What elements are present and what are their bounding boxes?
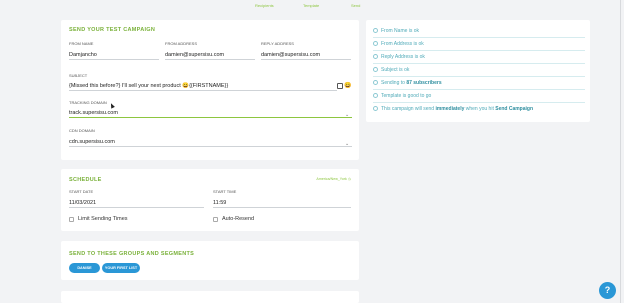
cdn-domain-label: CDN DOMAIN [69, 128, 95, 133]
subject-field[interactable]: {Missed this before?} I'll sell your nex… [69, 82, 337, 91]
check-sending-to: Sending to 87 subscribers [373, 77, 585, 90]
from-address-label: FROM ADDRESS [165, 41, 198, 46]
subject-label: SUBJECT [69, 73, 88, 78]
from-name-label: FROM NAME [69, 41, 94, 46]
start-time-label: START TIME [213, 189, 237, 194]
from-name-field[interactable]: Damjancho [69, 51, 159, 60]
check-send-timing: This campaign will send immediately when… [373, 103, 585, 115]
schedule-card: SCHEDULE America/New_York ◷ START DATE 1… [61, 169, 359, 231]
check-template: Template is good to go [373, 90, 585, 103]
reply-address-label: REPLY ADDRESS [261, 41, 294, 46]
clock-icon: ◷ [347, 177, 351, 181]
next-card [61, 291, 359, 303]
page-edge-divider [620, 0, 621, 303]
check-circle-icon [373, 40, 378, 46]
check-circle-icon [373, 27, 378, 33]
check-circle-icon [373, 53, 378, 59]
check-circle-icon [373, 92, 378, 98]
start-date-field[interactable]: 11/03/2021 [69, 199, 204, 208]
auto-resend-label: Auto-Resend [222, 216, 255, 222]
auto-resend-checkbox[interactable] [213, 217, 218, 222]
reply-address-field[interactable]: damien@supersisu.com [261, 51, 351, 60]
personalize-icon[interactable] [337, 83, 343, 89]
emoji-picker-icon[interactable]: 😄 [344, 82, 351, 90]
check-subject: Subject is ok [373, 64, 585, 77]
help-chat-button[interactable]: ? [599, 282, 616, 299]
tracking-domain-select[interactable]: track.supersisu.com [69, 109, 352, 118]
chevron-down-icon[interactable]: ⌄ [345, 142, 349, 147]
check-circle-icon [373, 66, 378, 72]
groups-card: SEND TO THESE GROUPS AND SEGMENTS DANISE… [61, 241, 359, 280]
limit-sending-label: Limit Sending Times [78, 216, 128, 222]
tracking-domain-label: TRACKING DOMAIN [69, 100, 107, 105]
check-reply-address: Reply Address is ok [373, 51, 585, 64]
card-title: SEND YOUR TEST CAMPAIGN [69, 27, 156, 33]
chevron-down-icon[interactable]: ⌄ [345, 113, 349, 118]
test-campaign-card: SEND YOUR TEST CAMPAIGN FROM NAME Damjan… [61, 20, 359, 160]
limit-sending-checkbox[interactable] [69, 217, 74, 222]
start-time-field[interactable]: 11:59 [213, 199, 351, 208]
step-recipients[interactable]: Recipients [255, 3, 274, 8]
timezone-link[interactable]: America/New_York ◷ [316, 177, 351, 181]
groups-title: SEND TO THESE GROUPS AND SEGMENTS [69, 251, 195, 257]
check-circle-icon [373, 79, 378, 85]
step-send[interactable]: Send [351, 3, 360, 8]
check-circle-icon [373, 105, 378, 111]
start-date-label: START DATE [69, 189, 94, 194]
group-tag-your-first-list[interactable]: YOUR FIRST LIST [102, 263, 140, 273]
schedule-title: SCHEDULE [69, 177, 102, 183]
check-from-name: From Name is ok [373, 25, 585, 38]
check-from-address: From Address is ok [373, 38, 585, 51]
step-template[interactable]: Template [303, 3, 319, 8]
group-tag-danise[interactable]: DANISE [69, 263, 100, 273]
cdn-domain-select[interactable]: cdn.supersisu.com [69, 138, 352, 147]
steps-bar: Recipients Template Send [0, 0, 624, 12]
from-address-field[interactable]: damien@supersisu.com [165, 51, 255, 60]
